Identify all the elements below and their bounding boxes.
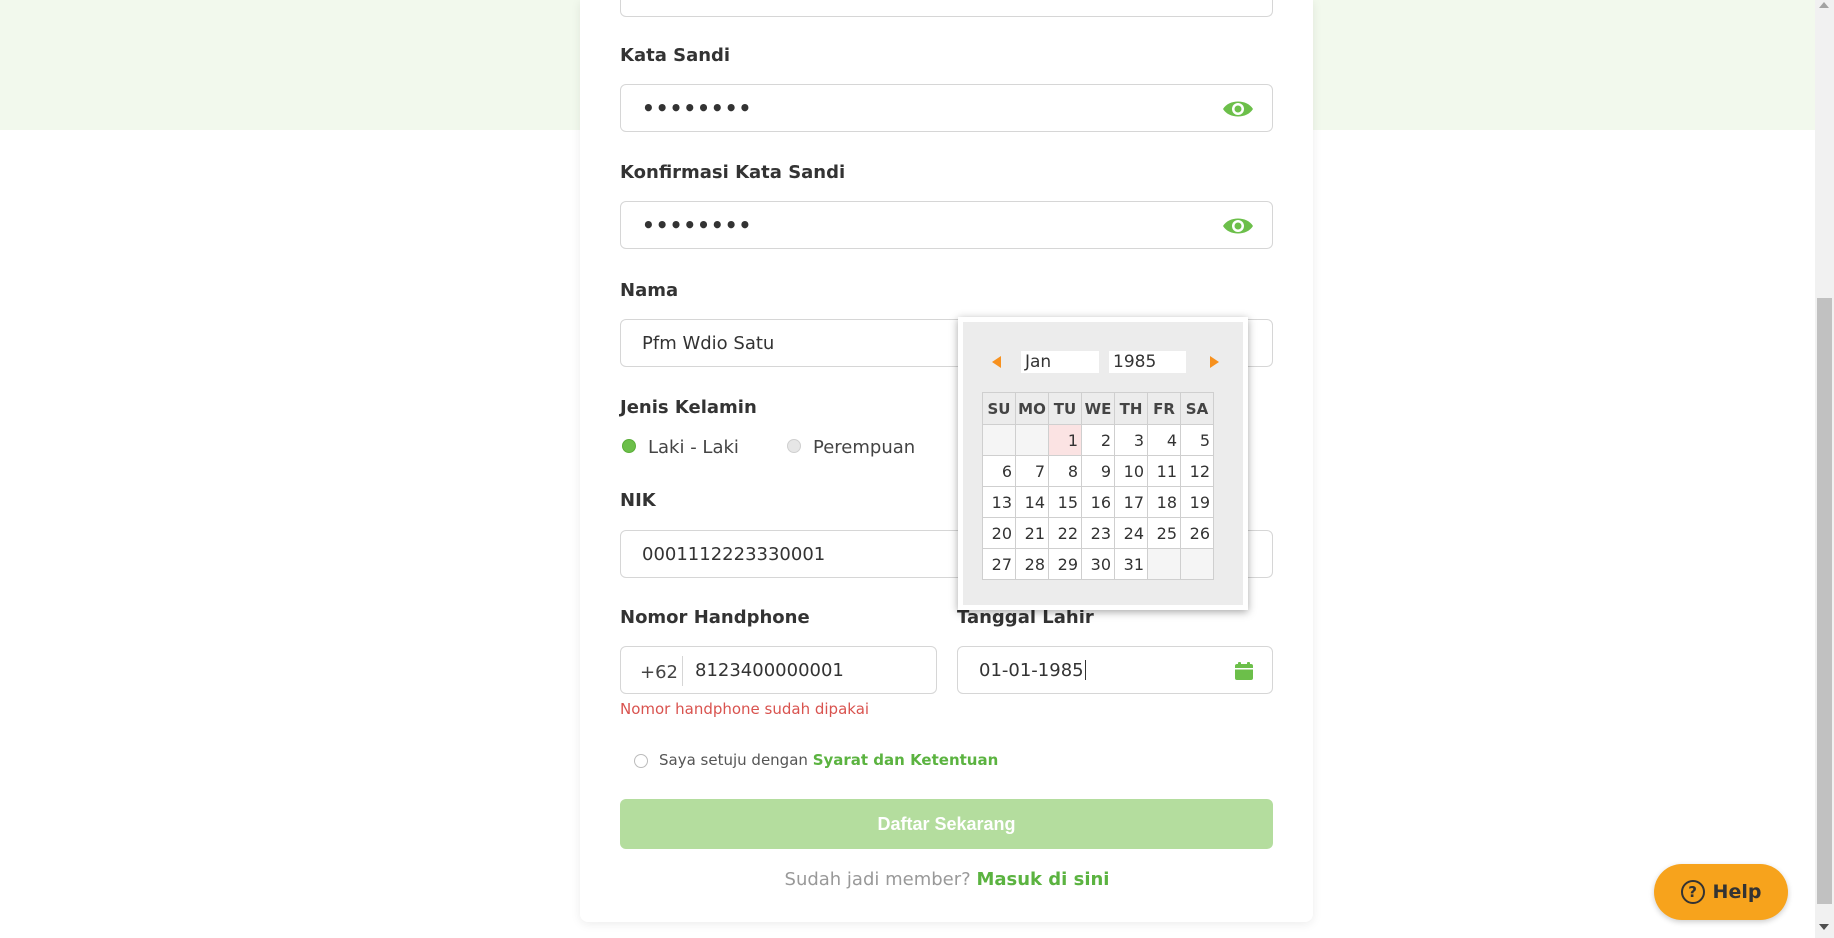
login-link[interactable]: Masuk di sini xyxy=(976,869,1109,890)
terms-link[interactable]: Syarat dan Ketentuan xyxy=(813,751,999,769)
dob-input[interactable]: 01-01-1985 xyxy=(957,646,1273,694)
gender-male-label[interactable]: Laki - Laki xyxy=(648,437,739,458)
datepicker-popup: Jan 1985 SU MO TU WE TH FR SA 1 2 3 4 5 6 7 8 9 10 11 12 1… xyxy=(958,317,1248,610)
calendar-day[interactable]: 3 xyxy=(1114,424,1148,456)
weekday-header: TU xyxy=(1048,392,1082,425)
phone-label: Nomor Handphone xyxy=(620,607,810,628)
calendar-day[interactable]: 2 xyxy=(1081,424,1115,456)
calendar-empty-cell xyxy=(1147,548,1181,580)
dob-value: 01-01-1985 xyxy=(979,659,1084,681)
month-select[interactable]: Jan xyxy=(1021,351,1099,373)
password-value: •••••••• xyxy=(642,96,753,120)
gender-female-radio[interactable] xyxy=(787,439,801,453)
help-label: Help xyxy=(1712,881,1762,903)
calendar-day[interactable]: 17 xyxy=(1114,486,1148,518)
next-month-arrow-icon[interactable] xyxy=(1210,356,1219,368)
year-select[interactable]: 1985 xyxy=(1109,351,1186,373)
calendar-day[interactable]: 9 xyxy=(1081,455,1115,487)
weekday-header: SA xyxy=(1180,392,1214,425)
eye-icon[interactable] xyxy=(1222,98,1254,120)
prev-month-arrow-icon[interactable] xyxy=(992,356,1001,368)
terms-text: Saya setuju dengan Syarat dan Ketentuan xyxy=(659,751,998,769)
calendar-week-row: 20 21 22 23 24 25 26 xyxy=(982,517,1214,549)
phone-prefix-divider xyxy=(682,656,683,686)
scroll-up-arrow-icon[interactable] xyxy=(1819,2,1829,8)
calendar-day[interactable]: 29 xyxy=(1048,548,1082,580)
weekday-header: TH xyxy=(1114,392,1148,425)
calendar-day[interactable]: 26 xyxy=(1180,517,1214,549)
weekday-header: WE xyxy=(1081,392,1115,425)
help-button[interactable]: ? Help xyxy=(1654,864,1788,920)
confirm-password-value: •••••••• xyxy=(642,213,753,237)
scrollbar-thumb[interactable] xyxy=(1817,298,1832,904)
calendar-day[interactable]: 30 xyxy=(1081,548,1115,580)
calendar-day[interactable]: 8 xyxy=(1048,455,1082,487)
calendar-day[interactable]: 23 xyxy=(1081,517,1115,549)
calendar-day[interactable]: 5 xyxy=(1180,424,1214,456)
calendar-day[interactable]: 4 xyxy=(1147,424,1181,456)
calendar-empty-cell xyxy=(1015,424,1049,456)
text-cursor xyxy=(1084,660,1086,680)
gender-female-label[interactable]: Perempuan xyxy=(813,437,915,458)
confirm-password-label: Konfirmasi Kata Sandi xyxy=(620,162,846,183)
calendar-day[interactable]: 7 xyxy=(1015,455,1049,487)
phone-prefix: +62 xyxy=(640,662,678,683)
question-icon: ? xyxy=(1680,880,1705,904)
calendar-day[interactable]: 14 xyxy=(1015,486,1049,518)
login-text: Sudah jadi member? xyxy=(784,869,971,890)
calendar-day[interactable]: 28 xyxy=(1015,548,1049,580)
eye-icon[interactable] xyxy=(1222,215,1254,237)
terms-prefix: Saya setuju dengan xyxy=(659,751,808,769)
nik-label: NIK xyxy=(620,490,656,511)
calendar-day[interactable]: 1 xyxy=(1048,424,1082,456)
calendar-day[interactable]: 27 xyxy=(982,548,1016,580)
weekday-header: SU xyxy=(982,392,1016,425)
calendar-day[interactable]: 21 xyxy=(1015,517,1049,549)
calendar-grid: SU MO TU WE TH FR SA 1 2 3 4 5 6 7 8 9 10 11 12 13 14 15 16 17… xyxy=(982,392,1214,580)
calendar-week-row: 12345 xyxy=(982,424,1214,456)
gender-male-radio[interactable] xyxy=(622,439,636,453)
calendar-day[interactable]: 15 xyxy=(1048,486,1082,518)
name-value: Pfm Wdio Satu xyxy=(642,332,775,354)
calendar-day[interactable]: 6 xyxy=(982,455,1016,487)
nik-value: 0001112223330001 xyxy=(642,543,826,565)
calendar-week-row: 6 7 8 9 10 11 12 xyxy=(982,455,1214,487)
gender-label: Jenis Kelamin xyxy=(620,397,757,418)
calendar-day[interactable]: 31 xyxy=(1114,548,1148,580)
calendar-day[interactable]: 11 xyxy=(1147,455,1181,487)
calendar-day[interactable]: 22 xyxy=(1048,517,1082,549)
terms-radio[interactable] xyxy=(634,754,648,768)
previous-field-input[interactable] xyxy=(620,0,1273,17)
calendar-day[interactable]: 25 xyxy=(1147,517,1181,549)
phone-error-message: Nomor handphone sudah dipakai xyxy=(620,700,870,718)
calendar-day[interactable]: 18 xyxy=(1147,486,1181,518)
weekday-header: FR xyxy=(1147,392,1181,425)
calendar-empty-cell xyxy=(982,424,1016,456)
password-label: Kata Sandi xyxy=(620,45,731,66)
calendar-day[interactable]: 24 xyxy=(1114,517,1148,549)
calendar-day[interactable]: 16 xyxy=(1081,486,1115,518)
calendar-day[interactable]: 19 xyxy=(1180,486,1214,518)
weekday-header: MO xyxy=(1015,392,1049,425)
calendar-day[interactable]: 12 xyxy=(1180,455,1214,487)
calendar-empty-cell xyxy=(1180,548,1214,580)
calendar-day[interactable]: 10 xyxy=(1114,455,1148,487)
dob-label: Tanggal Lahir xyxy=(957,607,1094,628)
calendar-week-row: 27 28 29 30 31 xyxy=(982,548,1214,580)
calendar-day[interactable]: 20 xyxy=(982,517,1016,549)
name-label: Nama xyxy=(620,280,679,301)
phone-value: 8123400000001 xyxy=(695,659,844,681)
login-prompt: Sudah jadi member? Masuk di sini xyxy=(0,869,1834,890)
scroll-down-arrow-icon[interactable] xyxy=(1819,924,1829,930)
password-input[interactable]: •••••••• xyxy=(620,84,1273,132)
register-button[interactable]: Daftar Sekarang xyxy=(620,799,1273,849)
calendar-icon[interactable] xyxy=(1234,661,1254,681)
confirm-password-input[interactable]: •••••••• xyxy=(620,201,1273,249)
calendar-week-row: 13 14 15 16 17 18 19 xyxy=(982,486,1214,518)
calendar-day[interactable]: 13 xyxy=(982,486,1016,518)
